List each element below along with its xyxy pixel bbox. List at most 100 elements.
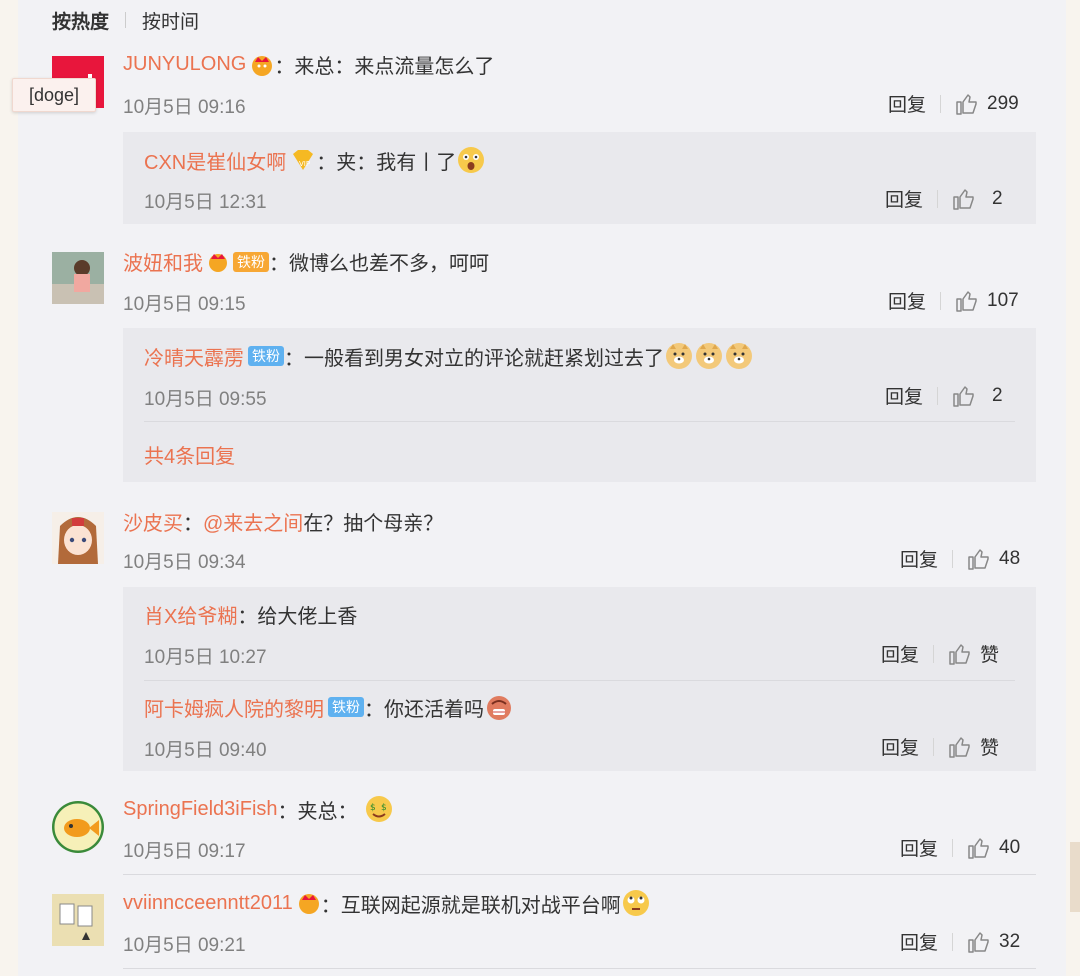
doge-emoji-icon: [726, 343, 752, 369]
action-divider: [952, 549, 954, 568]
reply-time: 10月5日 09:55: [144, 389, 267, 410]
scrollbar-thumb[interactable]: [1070, 842, 1080, 912]
mention-link[interactable]: @来去之间: [203, 507, 303, 536]
reply-actions: 回复 2: [885, 382, 1003, 409]
comment-colon: ：: [183, 513, 203, 535]
like-button[interactable]: 299: [955, 92, 1019, 116]
reply-button[interactable]: 回复: [900, 928, 938, 955]
avatar-cards-icon: [52, 894, 104, 946]
reply-text: ：一般看到男女对立的评论就赶紧划过去了: [284, 347, 664, 370]
reply-username-link[interactable]: 肖X给爷糊: [144, 600, 237, 629]
avatar[interactable]: [52, 512, 104, 564]
reply-time: 10月5日 10:27: [144, 647, 267, 668]
reply-button[interactable]: 回复: [900, 834, 938, 861]
thumbs-up-icon: [956, 290, 977, 312]
action-divider: [937, 386, 939, 405]
avatar[interactable]: [52, 894, 104, 946]
reply-line: 肖X给爷糊 ：给大佬上香: [144, 600, 357, 629]
sort-bar: 按热度 按时间: [52, 6, 199, 34]
eye-roll-emoji-icon: [622, 890, 649, 916]
like-button[interactable]: 32: [967, 930, 1020, 954]
reply-time: 10月5日 12:31: [144, 192, 267, 213]
action-divider: [952, 932, 954, 951]
comment-divider: [123, 968, 1036, 969]
reply-actions: 回复 赞: [881, 733, 999, 760]
fan-badge: 铁粉: [248, 346, 284, 366]
username-link[interactable]: vviinncceenntt2011: [123, 892, 293, 915]
action-divider: [933, 737, 935, 756]
like-count: 48: [999, 547, 1021, 569]
reply-text: ：给大佬上香: [237, 606, 358, 628]
like-button[interactable]: 赞: [948, 733, 999, 760]
page-margin: [1066, 0, 1080, 976]
sort-by-hot-tab[interactable]: 按热度: [52, 7, 109, 34]
sort-divider: [125, 12, 127, 28]
like-button[interactable]: 40: [967, 836, 1020, 860]
crying-face-emoji-icon: [487, 696, 511, 720]
username-link[interactable]: 波妞和我: [123, 247, 203, 276]
emoji-tooltip: [doge]: [12, 78, 96, 112]
crown-badge-icon: [297, 891, 321, 915]
sort-by-time-tab[interactable]: 按时间: [142, 7, 199, 34]
reply-actions: 回复 2: [885, 185, 1003, 212]
thumbs-up-icon: [968, 931, 989, 953]
reply-username-link[interactable]: CXN是崔仙女啊: [144, 146, 286, 175]
reply-button[interactable]: 回复: [881, 640, 919, 667]
reply-username-link[interactable]: 阿卡姆疯人院的黎明: [144, 693, 324, 722]
action-divider: [937, 189, 939, 208]
thumbs-up-icon: [956, 93, 977, 115]
comment-line: JUNYULONG ：来总：来点流量怎么了: [123, 50, 494, 79]
comment-actions: 回复 48: [900, 545, 1020, 572]
thumbs-up-icon: [949, 643, 970, 665]
like-button[interactable]: 2: [952, 384, 1003, 408]
comment-line: 波妞和我 铁粉 ：微博么也差不多，呵呵: [123, 247, 489, 276]
like-button[interactable]: 赞: [948, 640, 999, 667]
reply-button[interactable]: 回复: [885, 382, 923, 409]
thumbs-up-icon: [953, 188, 974, 210]
like-count: 40: [999, 836, 1021, 858]
more-replies-link[interactable]: 共4条回复: [144, 440, 235, 469]
comment-text: ：夹总：: [277, 800, 358, 823]
comment-actions: 回复 32: [900, 928, 1020, 955]
username-link[interactable]: 沙皮买: [123, 507, 183, 536]
avatar[interactable]: [52, 801, 104, 853]
vip-diamond-badge-icon: VIP: [290, 148, 316, 172]
action-divider: [952, 838, 954, 857]
comment-text: ：微博么也差不多，呵呵: [269, 253, 489, 275]
like-button[interactable]: 48: [967, 547, 1020, 571]
reply-username-link[interactable]: 冷晴天霹雳: [144, 342, 244, 371]
like-button[interactable]: 2: [952, 187, 1003, 211]
avatar[interactable]: [52, 252, 104, 304]
avatar-photo-icon: [52, 252, 104, 304]
svg-text:$: $: [381, 803, 387, 813]
comment-time: 10月5日 09:34: [123, 552, 246, 573]
comment-time: 10月5日 09:17: [123, 841, 246, 862]
reply-line: 冷晴天霹雳 铁粉 ：一般看到男女对立的评论就赶紧划过去了: [144, 341, 754, 371]
reply-button[interactable]: 回复: [888, 287, 926, 314]
comment-actions: 回复 299: [888, 90, 1019, 117]
comment-line: SpringField3iFish ：夹总： $ $: [123, 794, 394, 824]
like-label: 赞: [980, 645, 1000, 666]
comment-text: ：来总：来点流量怎么了: [274, 56, 495, 78]
crown-badge-icon: [207, 250, 229, 274]
reply-button[interactable]: 回复: [885, 185, 923, 212]
reply-line: 阿卡姆疯人院的黎明 铁粉 ：你还活着吗: [144, 692, 514, 722]
reply-button[interactable]: 回复: [900, 545, 938, 572]
comment-actions: 回复 107: [888, 287, 1019, 314]
username-link[interactable]: SpringField3iFish: [123, 798, 278, 821]
comment-actions: 回复 40: [900, 834, 1020, 861]
username-link[interactable]: JUNYULONG: [123, 53, 246, 76]
reply-text: ：夹：我有丨了: [316, 151, 457, 174]
like-count: 107: [987, 289, 1019, 311]
svg-text:VIP: VIP: [299, 160, 310, 168]
like-button[interactable]: 107: [955, 289, 1019, 313]
reply-button[interactable]: 回复: [881, 733, 919, 760]
comment-time: 10月5日 09:15: [123, 294, 246, 315]
reply-button[interactable]: 回复: [888, 90, 926, 117]
thumbs-up-icon: [968, 548, 989, 570]
like-count: 2: [992, 384, 1003, 406]
shocked-face-emoji-icon: [458, 147, 485, 173]
like-count: 299: [987, 92, 1019, 114]
reply-divider: [144, 421, 1015, 422]
comment-time: 10月5日 09:16: [123, 97, 246, 118]
